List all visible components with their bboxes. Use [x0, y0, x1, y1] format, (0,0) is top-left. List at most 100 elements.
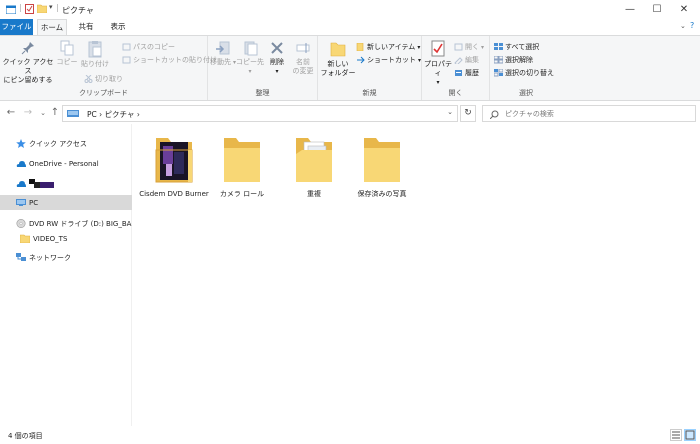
edit-icon — [454, 57, 463, 64]
new-folder-icon — [330, 42, 346, 57]
properties-button[interactable]: プロパティ ▾ — [423, 40, 453, 87]
rename-icon — [296, 43, 310, 53]
delete-button[interactable]: 削除 ▾ — [266, 40, 288, 76]
copy-icon — [60, 40, 74, 56]
maximize-button[interactable]: ☐ — [643, 0, 671, 19]
rename-label-line1: 名前 — [296, 58, 310, 66]
pc-icon — [16, 199, 26, 206]
select-all-label: すべて選択 — [505, 43, 540, 51]
history-button[interactable]: 履歴 — [454, 68, 479, 78]
forward-arrow-icon[interactable]: → — [21, 106, 35, 120]
organize-group-label: 整理 — [255, 89, 270, 97]
clipboard-group: クイック アクセス にピン留めする コピー 貼り付け パスのコピー ショートカッ… — [0, 36, 217, 100]
nav-item-pc[interactable]: PC — [0, 195, 132, 210]
help-icon[interactable]: ? — [690, 21, 694, 30]
file-item-cisdem-dvd-burner[interactable]: Cisdem DVD Burner — [139, 134, 209, 199]
collapse-ribbon-icon[interactable]: ⌄ — [680, 22, 686, 30]
new-item-button[interactable]: 新しいアイテム ▾ — [356, 42, 420, 52]
nav-label: VIDEO_TS — [33, 234, 68, 243]
select-group: すべて選択 選択解除 選択の切り替え 選択 — [490, 36, 562, 100]
properties-quick-icon[interactable] — [25, 4, 34, 14]
star-icon — [16, 139, 26, 148]
copy-to-button[interactable]: コピー先 ▾ — [236, 40, 264, 76]
nav-item-video-ts[interactable]: VIDEO_TS — [0, 231, 132, 246]
history-label: 履歴 — [465, 69, 479, 77]
new-group-label: 新規 — [362, 89, 377, 97]
new-folder-button[interactable]: 新しい フォルダー — [320, 40, 356, 78]
nav-label: PC — [29, 198, 39, 207]
nav-item-onedrive-account[interactable] — [0, 176, 132, 191]
tab-home[interactable]: ホーム — [37, 19, 67, 36]
cut-button[interactable]: 切り取り — [84, 74, 123, 84]
properties-label: プロパティ — [424, 60, 452, 77]
easy-access-icon — [357, 56, 365, 64]
nav-item-dvd-drive[interactable]: DVD RW ドライブ (D:) BIG_BANG_ — [0, 216, 132, 231]
delete-label: 削除 — [270, 58, 284, 66]
paste-icon — [88, 41, 102, 58]
paste-shortcut-label: ショートカットの貼り付け — [133, 56, 217, 64]
delete-icon — [271, 42, 283, 54]
up-arrow-icon[interactable]: ↑ — [48, 106, 62, 120]
refresh-button[interactable]: ↻ — [460, 105, 476, 122]
nav-label: OneDrive - Personal — [29, 159, 99, 168]
pin-to-quick-access-button[interactable]: クイック アクセス にピン留めする — [2, 40, 54, 85]
select-none-label: 選択解除 — [505, 56, 533, 64]
quick-access-toolbar-dropdown[interactable]: ▾ — [49, 3, 53, 11]
file-list: Cisdem DVD Burner カメラ ロール 重複 保存済みの写真 — [133, 124, 700, 426]
search-box[interactable]: ピクチャの検索 — [482, 105, 696, 122]
large-icons-view-button[interactable] — [684, 429, 696, 441]
address-dropdown-icon[interactable]: ⌄ — [447, 108, 453, 116]
paste-shortcut-button[interactable]: ショートカットの貼り付け — [122, 55, 217, 65]
invert-selection-label: 選択の切り替え — [505, 69, 554, 77]
minimize-button[interactable]: — — [616, 0, 644, 19]
tab-file[interactable]: ファイル — [0, 19, 33, 35]
copy-button[interactable]: コピー — [54, 40, 80, 67]
copy-path-label: パスのコピー — [133, 43, 175, 51]
tab-view[interactable]: 表示 — [104, 19, 132, 35]
refresh-icon: ↻ — [464, 108, 472, 118]
address-bar[interactable]: PC › ピクチャ › ⌄ — [62, 105, 458, 122]
move-to-label: 移動先 — [210, 58, 232, 66]
item-count: 4 個の項目 — [8, 432, 43, 440]
new-item-icon — [356, 43, 364, 51]
select-all-icon — [494, 43, 503, 50]
file-item-duplicates[interactable]: 重複 — [279, 134, 349, 199]
paste-button[interactable]: 貼り付け — [80, 40, 110, 69]
nav-item-quick-access[interactable]: クイック アクセス — [0, 136, 132, 151]
nav-item-onedrive[interactable]: OneDrive - Personal — [0, 156, 132, 171]
copy-path-button[interactable]: パスのコピー — [122, 42, 175, 52]
scissors-icon — [84, 75, 93, 83]
copy-to-label: コピー先 — [236, 58, 264, 66]
back-arrow-icon[interactable]: ← — [4, 106, 18, 120]
easy-access-button[interactable]: ショートカット ▾ — [356, 55, 421, 65]
move-to-button[interactable]: 移動先 ▾ — [210, 40, 236, 67]
organize-group: 移動先 ▾ コピー先 ▾ 削除 ▾ 名前 の変更 整理 — [208, 36, 318, 100]
details-view-button[interactable] — [670, 429, 682, 441]
file-item-saved-pictures[interactable]: 保存済みの写真 — [347, 134, 417, 199]
invert-selection-button[interactable]: 選択の切り替え — [494, 68, 554, 78]
select-all-button[interactable]: すべて選択 — [494, 42, 539, 52]
ribbon: クイック アクセス にピン留めする コピー 貼り付け パスのコピー ショートカッ… — [0, 35, 700, 101]
search-placeholder: ピクチャの検索 — [505, 110, 554, 118]
file-item-camera-roll[interactable]: カメラ ロール — [207, 134, 277, 199]
open-group: プロパティ ▾ 開く ▾ 編集 履歴 開く — [422, 36, 490, 100]
open-icon — [454, 43, 463, 51]
dvd-drive-icon — [16, 219, 26, 228]
edit-button[interactable]: 編集 — [454, 55, 479, 65]
tab-share[interactable]: 共有 — [72, 19, 100, 35]
nav-label: DVD RW ドライブ (D:) BIG_BANG_ — [29, 219, 132, 228]
nav-item-network[interactable]: ネットワーク — [0, 250, 132, 265]
window-title: ピクチャ — [62, 6, 94, 15]
close-button[interactable]: ✕ — [670, 0, 698, 19]
select-none-button[interactable]: 選択解除 — [494, 55, 533, 65]
rename-button[interactable]: 名前 の変更 — [290, 40, 316, 76]
open-button[interactable]: 開く ▾ — [454, 42, 484, 52]
explorer-icon[interactable] — [6, 5, 16, 14]
pin-icon — [21, 42, 34, 55]
nav-label: ネットワーク — [29, 253, 71, 262]
folder-icon — [20, 234, 30, 243]
breadcrumb: PC › ピクチャ › — [87, 110, 140, 119]
nav-label: クイック アクセス — [29, 139, 87, 148]
navigation-bar: ← → ⌄ ↑ PC › ピクチャ › ⌄ ↻ ピクチャの検索 — [0, 102, 700, 124]
new-folder-quick-icon[interactable] — [37, 4, 47, 13]
